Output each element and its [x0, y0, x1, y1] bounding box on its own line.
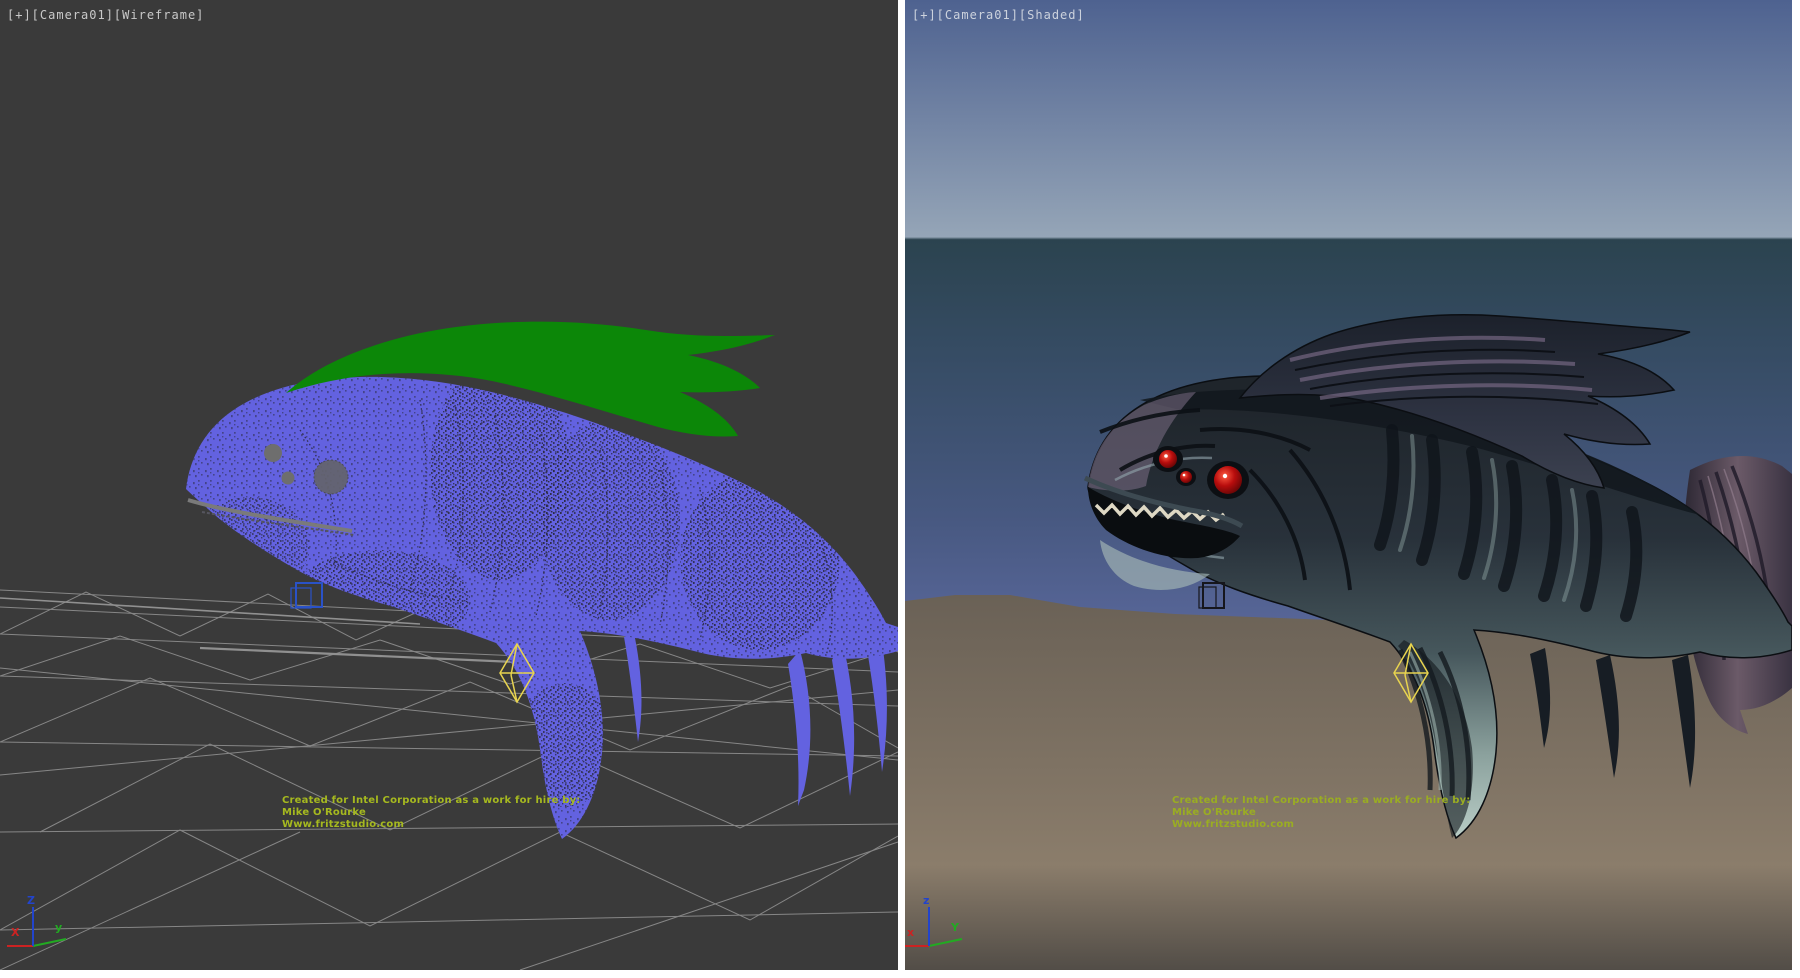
fish-wire-stipple — [170, 360, 898, 850]
viewport-right-shaded[interactable]: [+][Camera01][Shaded] — [905, 0, 1792, 970]
svg-text:Created for Intel Corporation: Created for Intel Corporation as a work … — [1172, 795, 1471, 806]
wireframe-scene: Created for Intel Corporation as a work … — [0, 0, 898, 970]
dual-viewport-canvas: [+][Camera01][Wireframe] — [0, 0, 1800, 978]
viewport-label-wireframe[interactable]: [+][Camera01][Wireframe] — [7, 8, 204, 22]
svg-text:Www.fritzstudio.com: Www.fritzstudio.com — [282, 819, 404, 830]
shaded-scene: Created for Intel Corporation as a work … — [905, 0, 1792, 970]
svg-text:Mike O'Rourke: Mike O'Rourke — [282, 807, 366, 818]
axis-z-label: Z — [27, 894, 35, 907]
svg-text:Mike O'Rourke: Mike O'Rourke — [1172, 807, 1256, 818]
attribution-text: Created for Intel Corporation as a work … — [282, 795, 581, 830]
axis-x-label: X — [11, 926, 20, 939]
viewport-left-wireframe[interactable]: [+][Camera01][Wireframe] — [0, 0, 898, 970]
axis-z-label: z — [923, 894, 929, 907]
svg-text:Www.fritzstudio.com: Www.fritzstudio.com — [1172, 819, 1294, 830]
axis-y-label: y — [55, 921, 62, 934]
box-helper-selected[interactable] — [291, 583, 322, 608]
axis-y-label: Y — [950, 921, 960, 934]
fish-model-wireframe[interactable] — [170, 322, 898, 850]
world-axis-tripod: X y Z — [7, 894, 66, 946]
viewport-label-shaded[interactable]: [+][Camera01][Shaded] — [912, 8, 1085, 22]
svg-text:Created for Intel Corporation: Created for Intel Corporation as a work … — [282, 795, 581, 806]
axis-x-label: x — [907, 926, 914, 939]
